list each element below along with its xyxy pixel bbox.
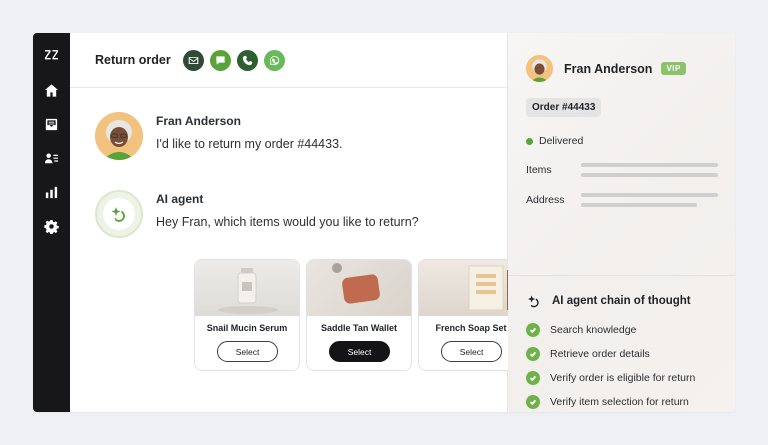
items-placeholder [581,163,718,167]
avatar [526,55,553,82]
product-selection: Snail Mucin Serum Select Saddle Tan Wall… [194,259,524,371]
zendesk-logo-icon[interactable] [33,39,70,73]
status-dot-icon [526,137,533,145]
app-window: Return order Fran Anderson I'd like to r… [33,33,735,412]
chain-step-label: Verify item selection for return [550,396,689,408]
address-placeholder [581,193,718,197]
customer-name: Fran Anderson [156,114,241,128]
customer-details: Fran Anderson VIP Order #44433 Delivered… [508,33,735,275]
product-name: Saddle Tan Wallet [320,323,397,333]
whatsapp-icon[interactable] [263,49,285,71]
chain-step-label: Search knowledge [550,324,637,336]
chain-step: Search knowledge [526,323,636,337]
ai-sparkle-icon [528,295,539,308]
chain-of-thought-header: AI agent chain of thought [526,293,691,309]
home-icon[interactable] [33,73,70,107]
settings-icon[interactable] [33,209,70,243]
inbox-icon[interactable] [33,107,70,141]
customer-name: Fran Anderson [564,61,653,76]
select-button[interactable]: Select [217,341,278,362]
order-status: Delivered [526,135,583,147]
agent-message: AI agent Hey Fran, which items would you… [95,190,419,238]
vip-badge: VIP [661,62,686,75]
chain-step-label: Verify order is eligible for return [550,372,696,384]
check-icon [526,371,540,385]
items-label: Items [526,164,552,176]
chain-step-label: Retrieve order details [550,348,650,360]
customer-header: Fran Anderson VIP [526,55,686,82]
product-card[interactable]: Snail Mucin Serum Select [194,259,300,371]
order-tag[interactable]: Order #44433 [526,98,602,117]
check-icon [526,347,540,361]
avatar [95,112,143,160]
product-name: Snail Mucin Serum [206,323,288,333]
check-icon [526,395,540,409]
ai-agent-avatar [95,190,143,238]
conversation-panel: Return order Fran Anderson I'd like to r… [70,33,524,412]
customer-message-text: I'd like to return my order #44433. [156,137,343,151]
product-image [195,260,299,316]
agent-name: AI agent [156,192,204,206]
agent-message-text: Hey Fran, which items would you like to … [156,215,419,229]
ai-sparkle-icon [111,207,125,222]
address-label: Address [526,194,565,206]
nav-rail [33,33,70,412]
page-title: Return order [95,53,171,67]
chain-step: Verify item selection for return [526,395,689,409]
email-icon[interactable] [182,49,204,71]
chain-of-thought-title: AI agent chain of thought [552,295,691,307]
chain-step: Retrieve order details [526,347,650,361]
conversation-header: Return order [70,33,507,88]
reports-icon[interactable] [33,175,70,209]
check-icon [526,323,540,337]
product-card[interactable]: Saddle Tan Wallet Select [306,259,412,371]
customer-sidebar: Fran Anderson VIP Order #44433 Delivered… [508,33,735,412]
customer-message: Fran Anderson I'd like to return my orde… [95,112,343,160]
chain-of-thought-panel: AI agent chain of thought Search knowled… [508,275,735,412]
chat-icon[interactable] [209,49,231,71]
items-placeholder [581,173,718,177]
contacts-icon[interactable] [33,141,70,175]
select-button[interactable]: Select [329,341,390,362]
chain-step: Verify order is eligible for return [526,371,695,385]
select-button[interactable]: Select [441,341,502,362]
product-image [307,260,411,316]
phone-icon[interactable] [236,49,258,71]
status-text: Delivered [539,135,584,147]
address-placeholder [581,203,697,207]
